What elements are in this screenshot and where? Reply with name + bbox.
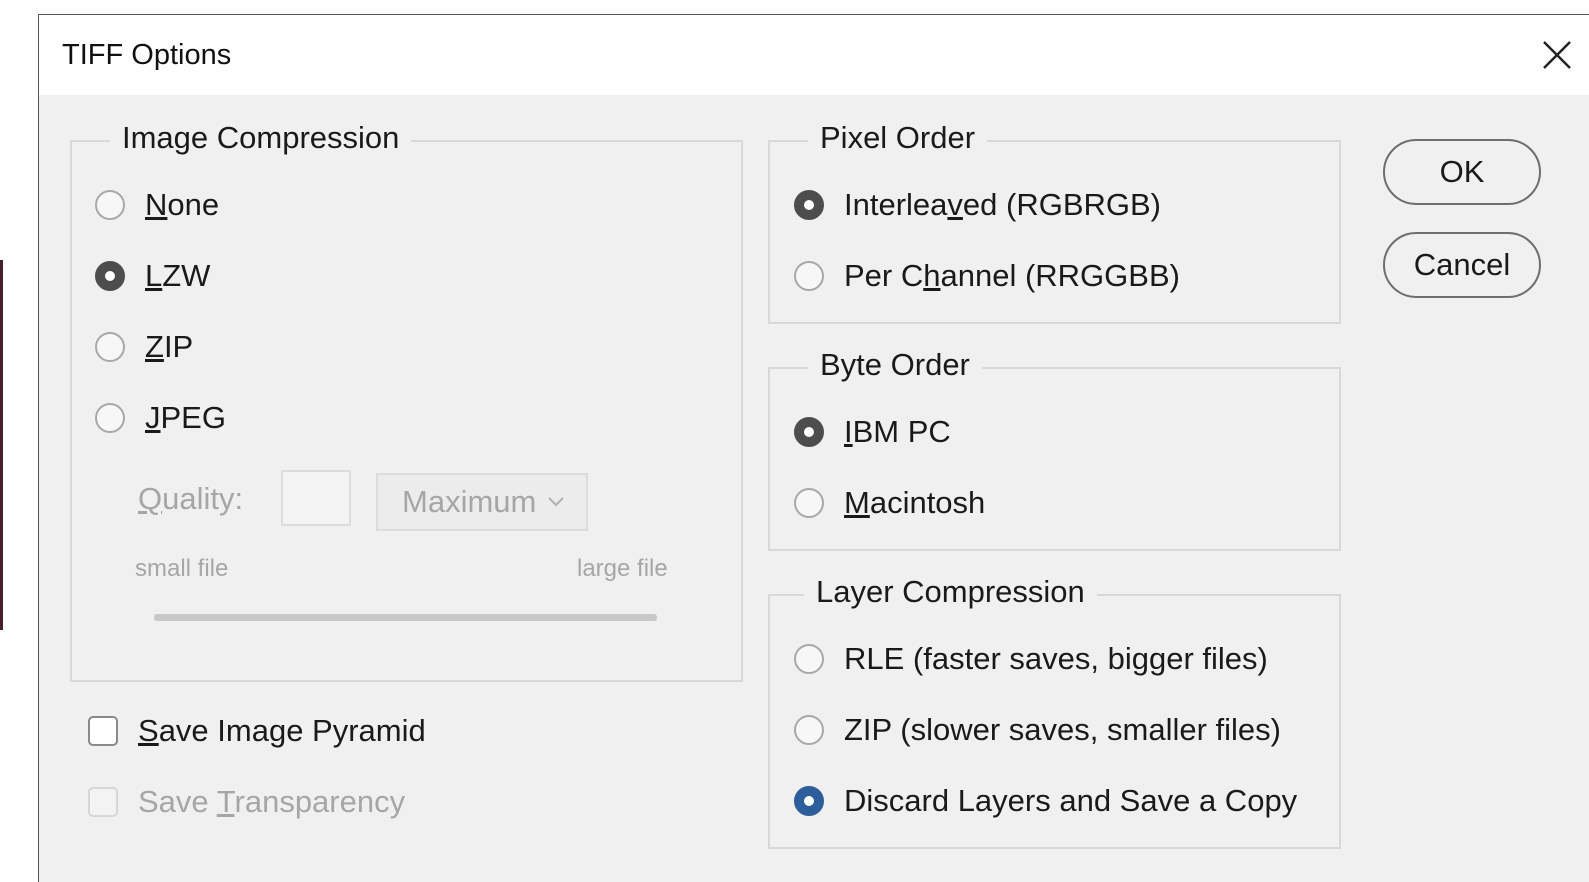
radio-label: LZW bbox=[145, 258, 211, 293]
radio-pixel-interleaved[interactable]: Interleaved (RGBRGB) bbox=[794, 187, 1161, 223]
save-image-pyramid-checkbox[interactable]: Save Image Pyramid bbox=[88, 713, 426, 749]
radio-button[interactable] bbox=[794, 417, 824, 447]
radio-layer-zip[interactable]: ZIP (slower saves, smaller files) bbox=[794, 712, 1281, 748]
radio-byte-ibm-pc[interactable]: IBM PC bbox=[794, 414, 951, 450]
image-compression-legend: Image Compression bbox=[110, 120, 412, 156]
radio-label: None bbox=[145, 187, 220, 222]
ok-button[interactable]: OK bbox=[1383, 139, 1541, 205]
checkbox[interactable] bbox=[88, 787, 118, 817]
radio-pixel-per-channel[interactable]: Per Channel (RRGGBB) bbox=[794, 258, 1180, 294]
save-transparency-checkbox[interactable]: Save Transparency bbox=[88, 784, 405, 820]
radio-layer-discard[interactable]: Discard Layers and Save a Copy bbox=[794, 783, 1297, 819]
radio-compression-none[interactable]: None bbox=[95, 187, 219, 223]
radio-label: Per Channel (RRGGBB) bbox=[844, 258, 1180, 293]
radio-label: Interleaved (RGBRGB) bbox=[844, 187, 1162, 222]
radio-button[interactable] bbox=[95, 403, 125, 433]
chevron-down-icon bbox=[548, 497, 565, 507]
radio-button[interactable] bbox=[794, 715, 824, 745]
radio-button[interactable] bbox=[794, 488, 824, 518]
radio-button[interactable] bbox=[95, 332, 125, 362]
slider-min-label: small file bbox=[135, 555, 229, 582]
close-icon bbox=[1543, 41, 1571, 69]
checkbox[interactable] bbox=[88, 716, 118, 746]
checkbox-label: Save Transparency bbox=[138, 784, 406, 819]
radio-button[interactable] bbox=[794, 261, 824, 291]
radio-label: IBM PC bbox=[844, 414, 951, 449]
radio-compression-zip[interactable]: ZIP bbox=[95, 329, 193, 365]
radio-compression-lzw[interactable]: LZW bbox=[95, 258, 210, 294]
radio-compression-jpeg[interactable]: JPEG bbox=[95, 400, 226, 436]
layer-compression-legend: Layer Compression bbox=[804, 574, 1097, 610]
checkbox-label: Save Image Pyramid bbox=[138, 713, 426, 748]
radio-label: ZIP bbox=[145, 329, 194, 364]
pixel-order-legend: Pixel Order bbox=[808, 120, 988, 156]
cancel-button[interactable]: Cancel bbox=[1383, 232, 1541, 298]
radio-label: Macintosh bbox=[844, 485, 986, 520]
radio-label: JPEG bbox=[145, 400, 226, 435]
radio-button[interactable] bbox=[794, 190, 824, 220]
radio-label: Discard Layers and Save a Copy bbox=[844, 783, 1298, 818]
radio-byte-macintosh[interactable]: Macintosh bbox=[794, 485, 985, 521]
radio-label: RLE (faster saves, bigger files) bbox=[844, 641, 1268, 676]
radio-button[interactable] bbox=[95, 261, 125, 291]
radio-button[interactable] bbox=[794, 786, 824, 816]
slider-max-label: large file bbox=[577, 555, 668, 582]
close-button[interactable] bbox=[1531, 29, 1583, 81]
quality-slider[interactable] bbox=[154, 614, 657, 621]
title-bar: TIFF Options bbox=[39, 15, 1589, 95]
radio-label: ZIP (slower saves, smaller files) bbox=[844, 712, 1281, 747]
radio-button[interactable] bbox=[95, 190, 125, 220]
quality-input[interactable] bbox=[281, 470, 351, 526]
byte-order-group: Byte Order bbox=[768, 347, 1341, 551]
quality-select-value: Maximum bbox=[402, 484, 537, 519]
quality-label: Quality: bbox=[138, 481, 244, 516]
quality-select[interactable]: Maximum bbox=[376, 473, 588, 531]
byte-order-legend: Byte Order bbox=[808, 347, 982, 383]
tiff-options-dialog: TIFF Options Image Compression None LZW … bbox=[38, 14, 1589, 882]
dialog-title: TIFF Options bbox=[62, 39, 232, 71]
pixel-order-group: Pixel Order bbox=[768, 120, 1341, 324]
radio-layer-rle[interactable]: RLE (faster saves, bigger files) bbox=[794, 641, 1268, 677]
background-window-edge bbox=[0, 260, 3, 630]
radio-button[interactable] bbox=[794, 644, 824, 674]
